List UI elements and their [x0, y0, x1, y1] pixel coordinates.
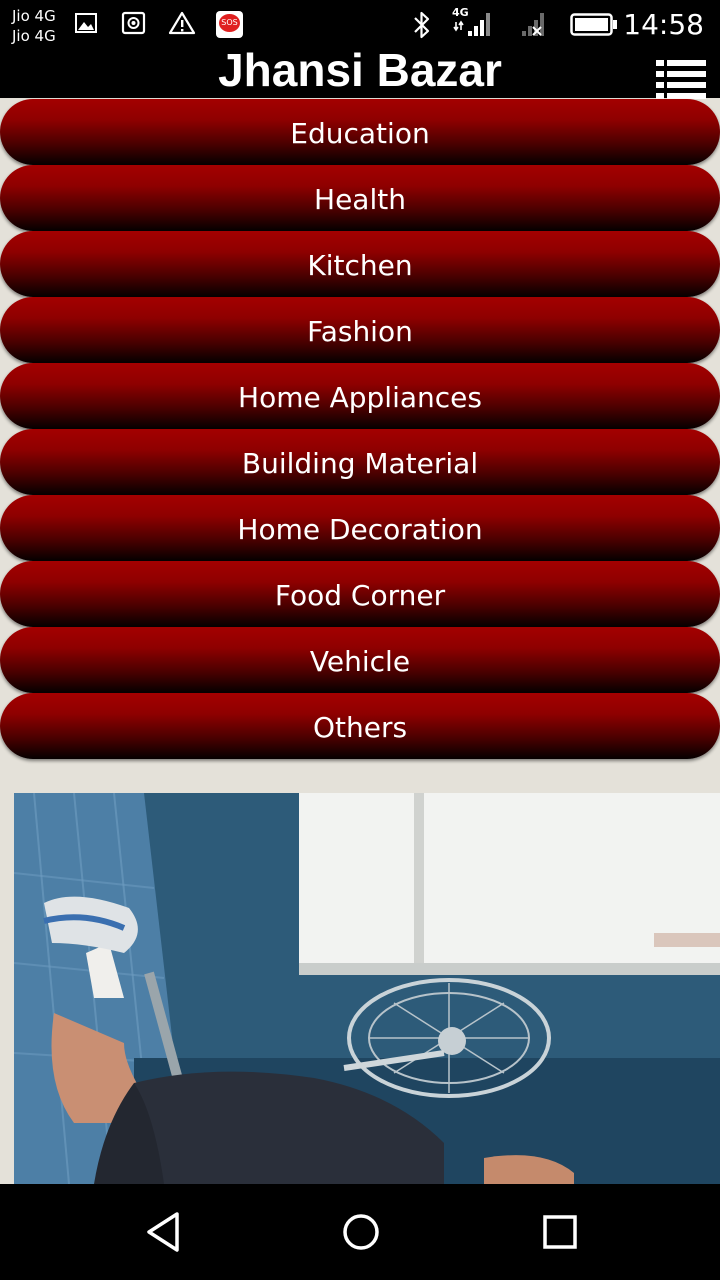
- category-building-material-button[interactable]: Building Material: [0, 429, 720, 495]
- app-header: Jhansi Bazar: [0, 44, 720, 100]
- exercise-photo: [14, 793, 720, 1184]
- category-others-button[interactable]: Others: [0, 693, 720, 759]
- warning-icon: [168, 11, 196, 35]
- signal-strength-icon: [453, 13, 490, 36]
- carrier-sim2: Jio 4G: [12, 27, 56, 45]
- sos-label: SOS: [219, 14, 240, 32]
- home-circle-icon[interactable]: [331, 1206, 391, 1258]
- system-nav-bar: [0, 1184, 720, 1280]
- carrier-info: Jio 4G Jio 4G: [12, 6, 56, 46]
- category-vehicle-button[interactable]: Vehicle: [0, 627, 720, 693]
- category-kitchen-button[interactable]: Kitchen: [0, 231, 720, 297]
- category-education-button[interactable]: Education: [0, 99, 720, 165]
- category-fashion-button[interactable]: Fashion: [0, 297, 720, 363]
- category-home-appliances-button[interactable]: Home Appliances: [0, 363, 720, 429]
- app-title: Jhansi Bazar: [218, 44, 502, 96]
- clock: 14:58: [623, 8, 704, 41]
- no-signal-icon: [522, 13, 544, 36]
- bluetooth-icon: [414, 11, 430, 39]
- category-food-corner-button[interactable]: Food Corner: [0, 561, 720, 627]
- category-home-decoration-button[interactable]: Home Decoration: [0, 495, 720, 561]
- category-health-button[interactable]: Health: [0, 165, 720, 231]
- status-bar: Jio 4G Jio 4G SOS 4G 14:58: [0, 0, 720, 48]
- back-triangle-icon[interactable]: [133, 1206, 193, 1258]
- image-notification-icon: [75, 13, 97, 33]
- sos-icon: SOS: [216, 11, 243, 38]
- recents-square-icon[interactable]: [530, 1206, 590, 1258]
- battery-icon: [570, 13, 617, 36]
- carrier-sim1: Jio 4G: [12, 7, 56, 25]
- list-menu-icon[interactable]: [654, 56, 708, 100]
- promo-banner-image[interactable]: [14, 793, 720, 1184]
- screen-record-icon: [121, 11, 146, 35]
